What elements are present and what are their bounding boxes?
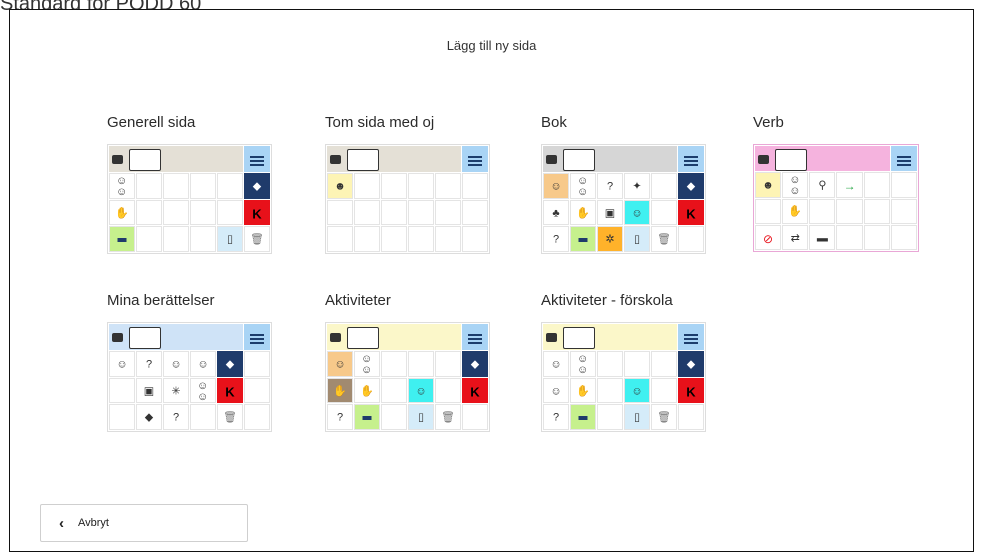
trash-icon: 🗑 — [223, 411, 237, 424]
message-window — [327, 324, 461, 350]
eraser-icon: ◆ — [225, 358, 235, 371]
template-preview: ☺☺ ◆ ✋ K ▯ 🗑 — [107, 144, 272, 254]
message-window — [327, 146, 461, 172]
template-preview: ☺ ☺☺ ◆ ☺ ✋ ☺ K ? ▯ 🗑 — [541, 322, 706, 432]
template-preview: ☺ ☺☺ ◆ ✋ ✋ ☺ K ? ▯ 🗑 — [325, 322, 490, 432]
template-verb[interactable]: Verb ☻ ☺☺ ⚲ → ✋ ⊘ ⇄ ▬ — [753, 114, 919, 252]
menu-icon — [462, 324, 488, 350]
message-window — [755, 146, 890, 172]
message-window — [109, 146, 243, 172]
cancel-button-label: Avbryt — [78, 517, 109, 529]
book-icon: ▯ — [417, 411, 425, 424]
trash-icon: 🗑 — [441, 411, 455, 424]
template-label: Verb — [753, 114, 784, 131]
menu-icon — [462, 146, 488, 172]
template-aktiviteter[interactable]: Aktiviteter ☺ ☺☺ ◆ ✋ ✋ ☺ K ? ▯ 🗑 — [325, 292, 490, 432]
trash-icon: 🗑 — [657, 233, 671, 246]
menu-icon — [890, 146, 917, 172]
template-label: Bok — [541, 114, 567, 131]
template-label: Generell sida — [107, 114, 196, 131]
book-icon: ▯ — [633, 233, 641, 246]
eraser-icon: ◆ — [470, 358, 480, 371]
menu-icon — [244, 324, 270, 350]
template-generell-sida[interactable]: Generell sida ☺☺ ◆ ✋ K ▯ 🗑 — [107, 114, 272, 254]
eraser-icon: ◆ — [252, 180, 262, 193]
template-preview: ☺ ? ☺ ☺ ◆ ▣ ✳ ☺☺ K ◆ ? 🗑 — [107, 322, 272, 432]
book-icon: ▯ — [226, 233, 234, 246]
cancel-button[interactable]: ‹ Avbryt — [40, 504, 248, 542]
template-preview: ☺ ☺☺ ? ✦ ◆ ♣ ✋ ▣ ☺ K ? ✲ ▯ 🗑 — [541, 144, 706, 254]
add-page-dialog: Lägg till ny sida Generell sida ☺☺ ◆ ✋ K… — [9, 9, 974, 552]
eraser-icon: ◆ — [686, 180, 696, 193]
arrow-right-icon: → — [843, 179, 856, 194]
eraser-icon: ◆ — [686, 358, 696, 371]
menu-icon — [678, 146, 704, 172]
message-window — [543, 324, 677, 350]
dialog-title: Lägg till ny sida — [446, 38, 537, 53]
template-tom-sida-med-oj[interactable]: Tom sida med oj ☻ — [325, 114, 490, 254]
trash-icon: 🗑 — [250, 233, 264, 246]
message-window — [109, 324, 243, 350]
template-preview: ☻ ☺☺ ⚲ → ✋ ⊘ ⇄ ▬ — [753, 144, 919, 252]
no-icon: ⊘ — [763, 231, 774, 246]
menu-icon — [244, 146, 270, 172]
template-preview: ☻ — [325, 144, 490, 254]
template-mina-berattelser[interactable]: Mina berättelser ☺ ? ☺ ☺ ◆ ▣ ✳ ☺☺ K ◆ ? … — [107, 292, 272, 432]
template-label: Aktiviteter — [325, 292, 391, 309]
template-label: Mina berättelser — [107, 292, 215, 309]
template-bok[interactable]: Bok ☺ ☺☺ ? ✦ ◆ ♣ ✋ ▣ ☺ K ? ✲ ▯ 🗑 — [541, 114, 706, 254]
template-label: Tom sida med oj — [325, 114, 435, 131]
message-window — [543, 146, 677, 172]
template-label: Aktiviteter - förskola — [541, 292, 673, 309]
template-aktiviteter-forskola[interactable]: Aktiviteter - förskola ☺ ☺☺ ◆ ☺ ✋ ☺ K ? … — [541, 292, 706, 432]
trash-icon: 🗑 — [657, 411, 671, 424]
chevron-left-icon: ‹ — [59, 514, 64, 532]
book-icon: ▯ — [633, 411, 641, 424]
menu-icon — [678, 324, 704, 350]
